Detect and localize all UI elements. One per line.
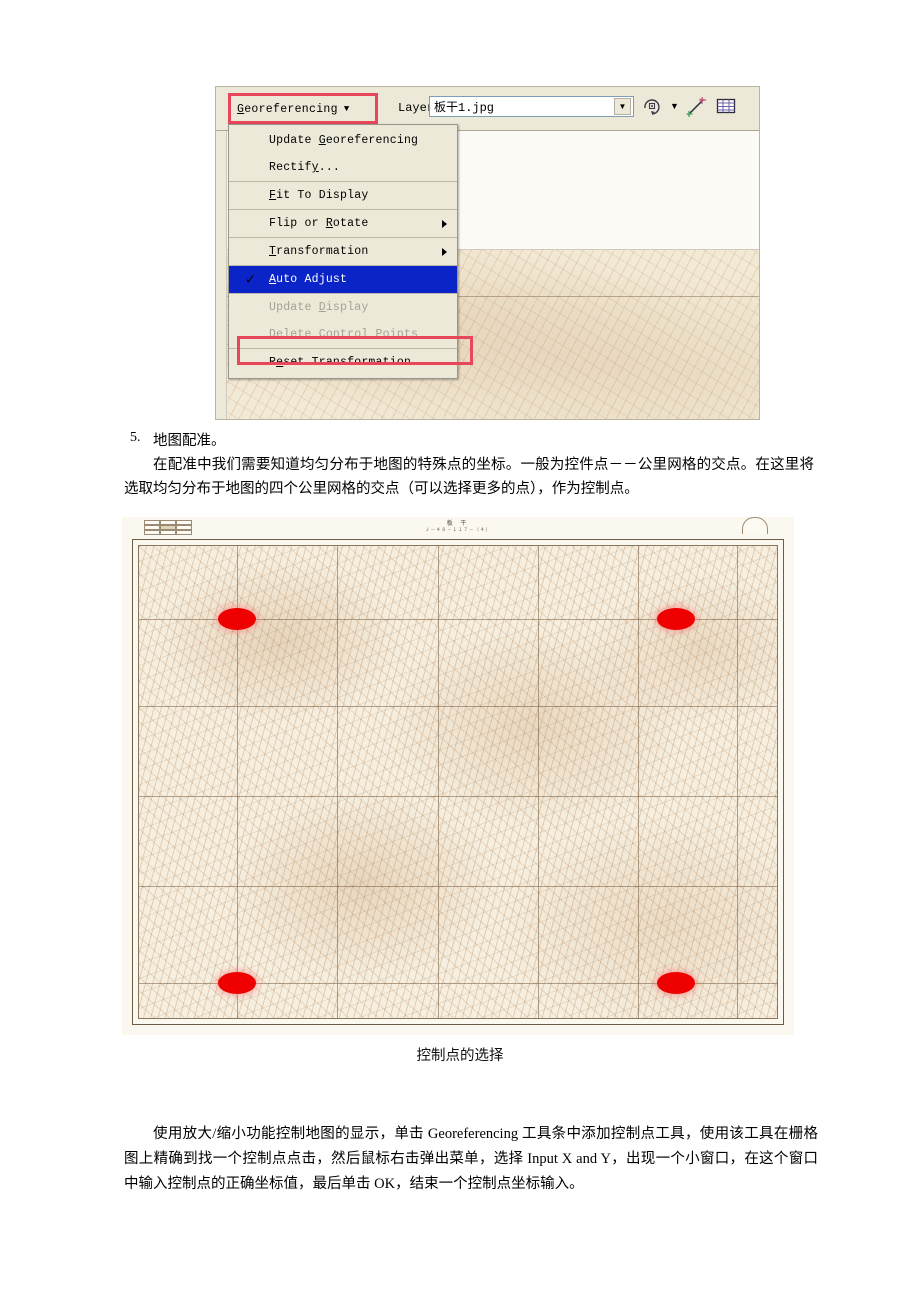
control-point-top-left	[217, 608, 256, 631]
chevron-down-icon[interactable]: ▼	[614, 98, 631, 115]
grid-line-vertical	[437, 546, 439, 1018]
document-page: Georeferencing ▼ Layer: 板干1.jpg ▼ ▼ Upda…	[0, 0, 920, 1302]
topographic-map-sheet: 板 干 Ｊ－４８－１１７－（４）	[122, 517, 794, 1035]
checkmark-icon: ✓	[245, 272, 257, 287]
toolbar-icon-group: ▼	[641, 95, 737, 117]
menu-item-delete-control-points: Delete Control Points	[229, 321, 457, 348]
data-view-left-gutter	[216, 131, 227, 419]
menu-item-fit-to-display[interactable]: Fit To Display	[229, 181, 457, 209]
menu-item-label: Update Display	[269, 301, 369, 314]
menu-item-flip-or-rotate[interactable]: Flip or Rotate	[229, 209, 457, 237]
georeferencing-button-label: Georeferencing	[237, 103, 338, 116]
menu-item-label: Flip or Rotate	[269, 217, 369, 230]
rotate-icon[interactable]	[641, 95, 663, 117]
control-point-top-right	[657, 608, 696, 631]
grid-line-vertical	[737, 546, 739, 1018]
step-title: 地图配准。	[153, 433, 226, 449]
map-neatline-outer	[132, 539, 784, 1025]
map-figure: 板 干 Ｊ－４８－１１７－（４）	[122, 517, 794, 1035]
add-control-points-icon[interactable]	[686, 95, 708, 117]
menu-item-update-display: Update Display	[229, 293, 457, 321]
georeferencing-button-highlight: Georeferencing ▼	[228, 93, 378, 124]
grid-line-vertical	[537, 546, 539, 1018]
layer-combobox-value: 板干1.jpg	[434, 101, 495, 115]
figure-caption: 控制点的选择	[416, 1048, 504, 1064]
chevron-down-icon: ▼	[343, 104, 350, 114]
chevron-right-icon	[442, 219, 447, 228]
georeferencing-screenshot: Georeferencing ▼ Layer: 板干1.jpg ▼ ▼ Upda…	[215, 86, 760, 420]
grid-line-horizontal	[139, 706, 777, 708]
grid-line-vertical	[336, 546, 338, 1018]
menu-item-rectify[interactable]: Rectify...	[229, 154, 457, 181]
chevron-down-icon[interactable]: ▼	[670, 101, 679, 111]
menu-item-reset-transformation[interactable]: Reset Transformation	[229, 348, 457, 376]
control-point-bottom-left	[217, 971, 256, 994]
menu-item-label: Delete Control Points	[269, 328, 419, 341]
georeferencing-menu: Update Georeferencing Rectify... Fit To …	[228, 124, 473, 379]
grid-line-horizontal	[139, 796, 777, 798]
menu-item-label: Update Georeferencing	[269, 134, 419, 147]
menu-item-label: Auto Adjust	[269, 273, 348, 286]
grid-line-vertical	[637, 546, 639, 1018]
paragraph-add-control-point-steps: 使用放大/缩小功能控制地图的显示，单击 Georeferencing 工具条中添…	[124, 1126, 818, 1192]
declination-diagram	[742, 517, 768, 534]
menu-item-label: Rectify...	[269, 161, 341, 174]
chevron-right-icon	[442, 247, 447, 256]
layer-combobox[interactable]: 板干1.jpg ▼	[429, 96, 634, 117]
menu-item-label: Transformation	[269, 245, 369, 258]
map-body	[138, 545, 778, 1019]
menu-item-transformation[interactable]: Transformation	[229, 237, 457, 265]
menu-item-auto-adjust[interactable]: ✓ Auto Adjust	[229, 265, 457, 293]
step-number: 5.	[130, 430, 141, 445]
map-sheet-title: 板 干	[446, 521, 470, 527]
grid-line-horizontal	[139, 885, 777, 887]
georeferencing-dropdown-button[interactable]: Georeferencing ▼	[233, 98, 375, 121]
view-link-table-icon[interactable]	[715, 95, 737, 117]
map-sheet-number: Ｊ－４８－１１７－（４）	[425, 527, 491, 532]
control-point-bottom-right	[657, 971, 696, 994]
menu-item-label: Reset Transformation	[269, 356, 412, 369]
menu-item-label: Fit To Display	[269, 189, 369, 202]
paragraph-control-points-intro: 在配准中我们需要知道均匀分布于地图的特殊点的坐标。一般为控件点－－公里网格的交点…	[124, 457, 814, 497]
map-sheet-header: 板 干 Ｊ－４８－１１７－（４）	[122, 517, 794, 539]
menu-item-update-georeferencing[interactable]: Update Georeferencing	[229, 127, 457, 154]
